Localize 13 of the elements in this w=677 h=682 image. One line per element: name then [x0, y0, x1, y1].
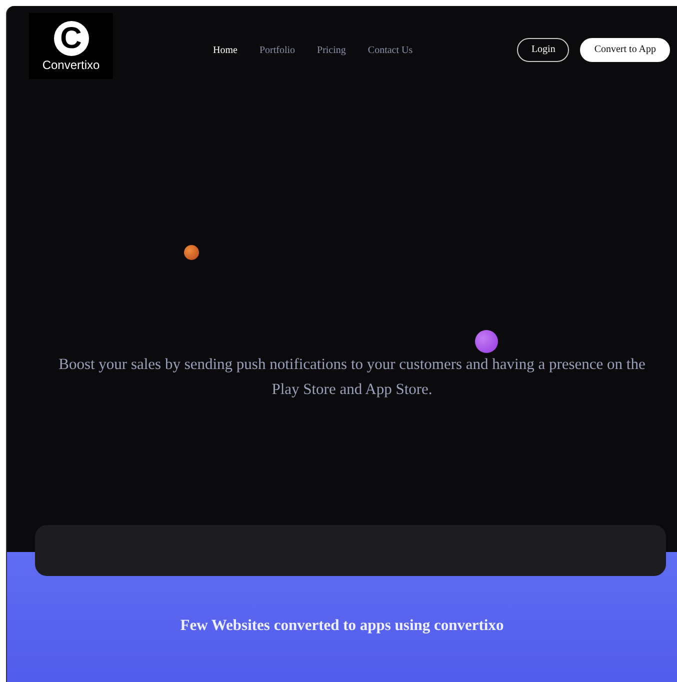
logo-icon: C — [54, 20, 88, 56]
nav-link[interactable]: Contact Us — [368, 42, 413, 58]
nav-link[interactable]: Portfolio — [259, 42, 296, 58]
large-sphere — [475, 330, 498, 353]
convert-button[interactable]: Convert to App — [580, 38, 670, 62]
login-button[interactable]: Login — [517, 38, 570, 62]
small-sphere — [184, 245, 199, 260]
hero-text: Boost your sales by sending push notifications to your customers and having a presence on the Play Store and App Store. — [58, 355, 646, 400]
nav-link[interactable]: Home — [213, 42, 238, 58]
showcase-title: Few Websites converted to apps using convertixo — [179, 616, 505, 636]
nav-link[interactable]: Pricing — [317, 42, 346, 58]
logo-name: Convertixo — [42, 58, 100, 72]
logo-background[interactable]: C Convertixo — [29, 13, 113, 79]
